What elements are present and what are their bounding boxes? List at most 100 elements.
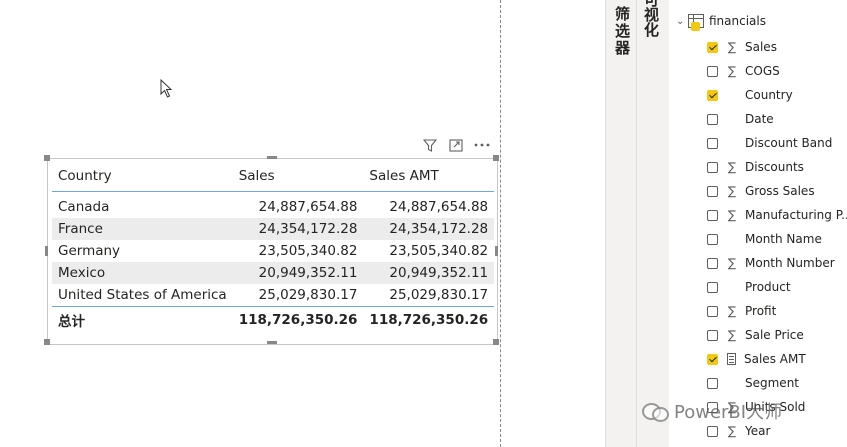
field-item[interactable]: ∑ Gross Sales — [707, 181, 815, 201]
filters-pane-label[interactable]: 筛选器 — [612, 6, 633, 57]
sigma-icon: ∑ — [727, 40, 737, 54]
field-checkbox[interactable] — [707, 137, 718, 149]
field-label: Date — [745, 112, 774, 126]
total-label: 总计 — [52, 306, 233, 332]
chat-bubbles-icon — [642, 401, 669, 422]
page-boundary — [500, 0, 501, 447]
field-label: Manufacturing P... — [745, 208, 847, 222]
field-checkbox[interactable] — [707, 89, 718, 101]
sigma-icon: ∑ — [727, 304, 737, 318]
table-row: Germany 23,505,340.82 23,505,340.82 — [52, 240, 494, 262]
sigma-icon: ∑ — [727, 208, 737, 222]
field-checkbox[interactable] — [707, 113, 718, 125]
field-checkbox[interactable] — [707, 305, 718, 317]
field-checkbox[interactable] — [707, 377, 718, 389]
total-sales-amt: 118,726,350.26 — [363, 306, 495, 332]
field-item[interactable]: ∑ Month Number — [707, 253, 835, 273]
resize-handle-right[interactable] — [495, 246, 498, 256]
filters-pane-collapsed[interactable] — [605, 0, 636, 447]
calculator-icon — [727, 353, 736, 365]
cell-country: Mexico — [52, 262, 233, 284]
sigma-icon: ∑ — [727, 424, 737, 438]
field-checkbox[interactable] — [707, 425, 718, 437]
field-checkbox[interactable] — [707, 281, 718, 293]
field-checkbox[interactable] — [707, 65, 718, 77]
sigma-icon: ∑ — [727, 160, 737, 174]
field-checkbox[interactable] — [707, 257, 718, 269]
field-label: Product — [745, 280, 791, 294]
filter-icon[interactable] — [420, 137, 440, 153]
field-label: Month Number — [745, 256, 835, 270]
field-checkbox[interactable] — [707, 353, 718, 365]
field-label: Country — [745, 88, 793, 102]
field-item[interactable]: Country — [707, 85, 793, 105]
column-header-sales-amt[interactable]: Sales AMT — [363, 161, 495, 192]
field-checkbox[interactable] — [707, 185, 718, 197]
cell-sales: 24,354,172.28 — [232, 218, 364, 240]
cell-sales: 20,949,352.11 — [232, 262, 364, 284]
field-item[interactable]: Segment — [707, 373, 799, 393]
field-item[interactable]: ∑ Profit — [707, 301, 776, 321]
field-label: Discount Band — [745, 136, 833, 150]
field-item[interactable]: ∑ Sales — [707, 37, 777, 57]
sigma-icon: ∑ — [727, 328, 737, 342]
field-label: Sales — [745, 40, 777, 54]
field-checkbox[interactable] — [707, 233, 718, 245]
column-header-country[interactable]: Country — [52, 161, 233, 192]
field-item[interactable]: Discount Band — [707, 133, 832, 153]
table-name: financials — [709, 14, 766, 28]
cell-sales-amt: 25,029,830.17 — [389, 287, 489, 303]
field-label: COGS — [745, 64, 780, 78]
sigma-icon: ∑ — [727, 256, 737, 270]
fields-table-node[interactable]: ⌄ financials — [676, 14, 766, 31]
resize-handle-top-left[interactable] — [44, 155, 50, 161]
visualizations-pane-label[interactable]: 可视化 — [641, 0, 662, 37]
watermark-text: PowerBI大师 — [674, 402, 783, 423]
more-options-icon[interactable] — [472, 137, 492, 153]
table-row: France 24,354,172.28 24,354,172.28 — [52, 218, 495, 240]
field-label: Year — [745, 424, 771, 438]
focus-mode-icon[interactable] — [446, 137, 466, 153]
resize-handle-left[interactable] — [45, 246, 48, 256]
field-item[interactable]: Month Name — [707, 229, 822, 249]
total-sales: 118,726,350.26 — [232, 306, 364, 332]
chevron-down-icon[interactable]: ⌄ — [676, 16, 688, 27]
field-item[interactable]: Sales AMT — [707, 349, 806, 369]
table-row: Mexico 20,949,352.11 20,949,352.11 — [52, 262, 495, 284]
watermark: PowerBI大师 — [642, 398, 782, 424]
field-item[interactable]: ∑ Sale Price — [707, 325, 804, 345]
table-row: United States of America 25,029,830.17 2… — [52, 284, 494, 307]
field-item[interactable]: ∑ Manufacturing P... — [707, 205, 847, 225]
field-checkbox[interactable] — [707, 161, 718, 173]
field-item[interactable]: Product — [707, 277, 791, 297]
visual-header — [420, 137, 492, 153]
resize-handle-bottom-right[interactable] — [493, 339, 499, 345]
cell-sales: 25,029,830.17 — [258, 287, 358, 303]
visualizations-pane-collapsed[interactable] — [636, 0, 670, 447]
column-header-sales[interactable]: Sales — [232, 161, 364, 192]
field-label: Segment — [745, 376, 799, 390]
field-checkbox[interactable] — [707, 41, 718, 53]
field-item[interactable]: ∑ Discounts — [707, 157, 804, 177]
cell-sales-amt: 20,949,352.11 — [363, 262, 495, 284]
resize-handle-bottom-left[interactable] — [44, 339, 50, 345]
cell-sales: 24,887,654.88 — [258, 199, 358, 215]
field-item[interactable]: ∑ COGS — [707, 61, 780, 81]
field-label: Profit — [745, 304, 777, 318]
table-total-row: 总计 118,726,350.26 118,726,350.26 — [52, 306, 495, 332]
resize-handle-top[interactable] — [267, 156, 277, 159]
field-item[interactable]: Date — [707, 109, 774, 129]
field-label: Month Name — [745, 232, 822, 246]
field-label: Sales AMT — [744, 352, 806, 366]
field-label: Sale Price — [745, 328, 804, 342]
sigma-icon: ∑ — [727, 184, 737, 198]
field-checkbox[interactable] — [707, 329, 718, 341]
cell-country: United States of America — [58, 287, 227, 303]
cell-sales-amt: 24,354,172.28 — [363, 218, 495, 240]
cell-country: Germany — [58, 243, 121, 259]
cell-country: Canada — [58, 199, 110, 215]
field-item[interactable]: ∑ Year — [707, 421, 770, 441]
table-header-row: Country Sales Sales AMT — [52, 161, 495, 192]
field-checkbox[interactable] — [707, 209, 718, 221]
resize-handle-bottom[interactable] — [267, 341, 277, 344]
